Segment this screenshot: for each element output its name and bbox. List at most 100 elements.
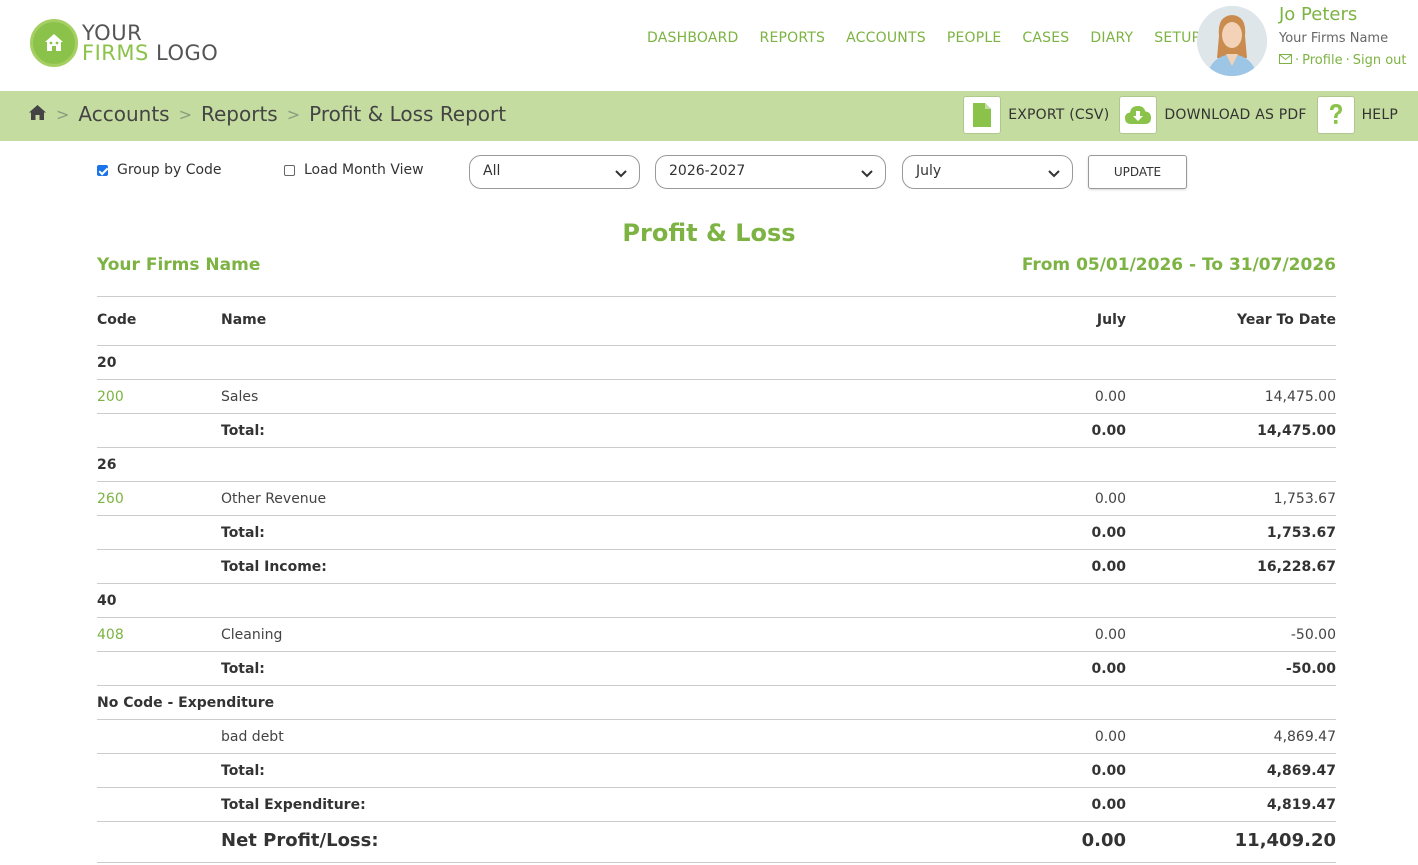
nav-people[interactable]: PEOPLE — [947, 30, 1002, 46]
home-icon[interactable] — [28, 102, 47, 126]
cell-name: Other Revenue — [221, 491, 327, 507]
cell-code: No Code - Expenditure — [97, 695, 275, 711]
cell-name: Total: — [221, 763, 265, 779]
download-pdf-button[interactable]: DOWNLOAD AS PDF — [1119, 96, 1312, 134]
group-header-row: No Code - Expenditure — [97, 686, 1336, 720]
group-header-row: 20 — [97, 346, 1336, 380]
cell-name: Total Expenditure: — [221, 797, 366, 813]
logo-line-2b: LOGO — [156, 41, 219, 65]
cell-name: Total: — [221, 423, 265, 439]
month-select[interactable]: July — [902, 155, 1073, 189]
nav-dashboard[interactable]: DASHBOARD — [647, 30, 739, 46]
cell-july: 0.00 — [1091, 423, 1126, 439]
nav-cases[interactable]: CASES — [1022, 30, 1069, 46]
cell-ytd: 1,753.67 — [1273, 491, 1336, 507]
export-csv-button[interactable]: EXPORT (CSV) — [963, 96, 1115, 134]
cell-july: 0.00 — [1091, 525, 1126, 541]
table-row: 260 Other Revenue 0.00 1,753.67 — [97, 482, 1336, 516]
cell-ytd: 14,475.00 — [1264, 389, 1336, 405]
logo-line-1: YOUR — [82, 21, 143, 45]
cell-code: 26 — [97, 457, 117, 473]
question-icon — [1316, 96, 1355, 134]
logo-line-2a: FIRMS — [82, 41, 149, 65]
header-july: July — [1096, 312, 1126, 328]
table-row: 200 Sales 0.00 14,475.00 — [97, 380, 1336, 414]
group-header-row: 40 — [97, 584, 1336, 618]
month-select-value: July — [916, 163, 942, 179]
group-by-code-checkbox[interactable]: Group by Code — [97, 162, 222, 178]
cell-july: 0.00 — [1094, 389, 1126, 405]
load-month-view-checkbox[interactable]: Load Month View — [284, 162, 424, 178]
breadcrumb-sep: > — [178, 104, 192, 124]
cell-ytd: 14,475.00 — [1257, 423, 1336, 439]
update-button[interactable]: UPDATE — [1088, 155, 1187, 189]
cell-code: 40 — [97, 593, 117, 609]
cell-ytd: -50.00 — [1285, 661, 1336, 677]
total-row: Total: 0.00 -50.00 — [97, 652, 1336, 686]
main-nav: DASHBOARD REPORTS ACCOUNTS PEOPLE CASES … — [647, 30, 1221, 46]
group-by-code-label: Group by Code — [117, 162, 222, 178]
breadcrumb-accounts[interactable]: Accounts — [78, 102, 169, 126]
nav-reports[interactable]: REPORTS — [760, 30, 826, 46]
cell-name: Sales — [221, 389, 259, 405]
user-links-sep-2: · — [1345, 53, 1350, 68]
filter-select[interactable]: All — [469, 155, 640, 189]
report-actions: EXPORT (CSV) DOWNLOAD AS PDF HELP — [959, 96, 1404, 134]
firm-logo[interactable]: YOUR FIRMS LOGO — [30, 19, 218, 67]
chevron-down-icon — [1048, 166, 1060, 182]
breadcrumb: > Accounts > Reports > Profit & Loss Rep… — [28, 102, 506, 126]
nav-accounts[interactable]: ACCOUNTS — [846, 30, 926, 46]
cell-july: 0.00 — [1091, 797, 1126, 813]
cell-ytd: 4,869.47 — [1266, 763, 1336, 779]
logo-house-icon — [30, 19, 78, 67]
cell-ytd: 4,819.47 — [1266, 797, 1336, 813]
user-name[interactable]: Jo Peters — [1279, 4, 1357, 25]
chevron-down-icon — [861, 166, 873, 182]
nav-diary[interactable]: DIARY — [1090, 30, 1133, 46]
total-row: Total: 0.00 4,869.47 — [97, 754, 1336, 788]
cell-ytd: 1,753.67 — [1266, 525, 1336, 541]
nav-setup[interactable]: SETUP — [1154, 30, 1200, 46]
total-row: Total Expenditure: 0.00 4,819.47 — [97, 788, 1336, 822]
checkbox-unchecked[interactable] — [284, 164, 295, 176]
report-date-range: From 05/01/2026 - To 31/07/2026 — [1021, 255, 1336, 275]
cell-code[interactable]: 260 — [97, 491, 124, 507]
cell-ytd: -50.00 — [1290, 627, 1336, 643]
cell-ytd: 16,228.67 — [1257, 559, 1336, 575]
breadcrumb-sep: > — [56, 104, 70, 124]
cell-july: 0.00 — [1094, 491, 1126, 507]
user-links: · Profile · Sign out — [1279, 53, 1409, 68]
header-code: Code — [97, 312, 137, 328]
user-avatar[interactable] — [1197, 6, 1267, 76]
cell-july: 0.00 — [1094, 627, 1126, 643]
export-csv-label: EXPORT (CSV) — [1008, 107, 1110, 123]
checkbox-checked[interactable] — [97, 164, 108, 176]
cell-name: Total: — [221, 525, 265, 541]
cell-code: 20 — [97, 355, 117, 371]
net-july: 0.00 — [1081, 830, 1126, 851]
header-ytd: Year To Date — [1236, 312, 1336, 328]
cell-ytd: 4,869.47 — [1273, 729, 1336, 745]
cell-july: 0.00 — [1091, 661, 1126, 677]
cell-name: bad debt — [221, 729, 284, 745]
year-select[interactable]: 2026-2027 — [655, 155, 886, 189]
cloud-download-icon — [1119, 96, 1158, 134]
profit-loss-table: Code Name July Year To Date 20 200 Sales 0.… — [97, 296, 1336, 863]
file-icon — [963, 96, 1002, 134]
cell-code[interactable]: 408 — [97, 627, 124, 643]
signout-link[interactable]: Sign out — [1353, 53, 1407, 68]
filter-select-value: All — [483, 163, 501, 179]
breadcrumb-sep: > — [286, 104, 301, 124]
breadcrumb-current: Profit & Loss Report — [309, 102, 507, 126]
user-links-sep-1: · — [1295, 53, 1300, 68]
profile-link[interactable]: Profile — [1302, 53, 1342, 68]
net-label: Net Profit/Loss: — [221, 830, 379, 851]
envelope-icon[interactable] — [1279, 53, 1292, 68]
total-row: Total Income: 0.00 16,228.67 — [97, 550, 1336, 584]
help-button[interactable]: HELP — [1316, 96, 1404, 134]
cell-code[interactable]: 200 — [97, 389, 124, 405]
table-row: 408 Cleaning 0.00 -50.00 — [97, 618, 1336, 652]
report-firm-name: Your Firms Name — [97, 255, 261, 275]
breadcrumb-reports[interactable]: Reports — [201, 102, 278, 126]
download-pdf-label: DOWNLOAD AS PDF — [1164, 107, 1307, 123]
